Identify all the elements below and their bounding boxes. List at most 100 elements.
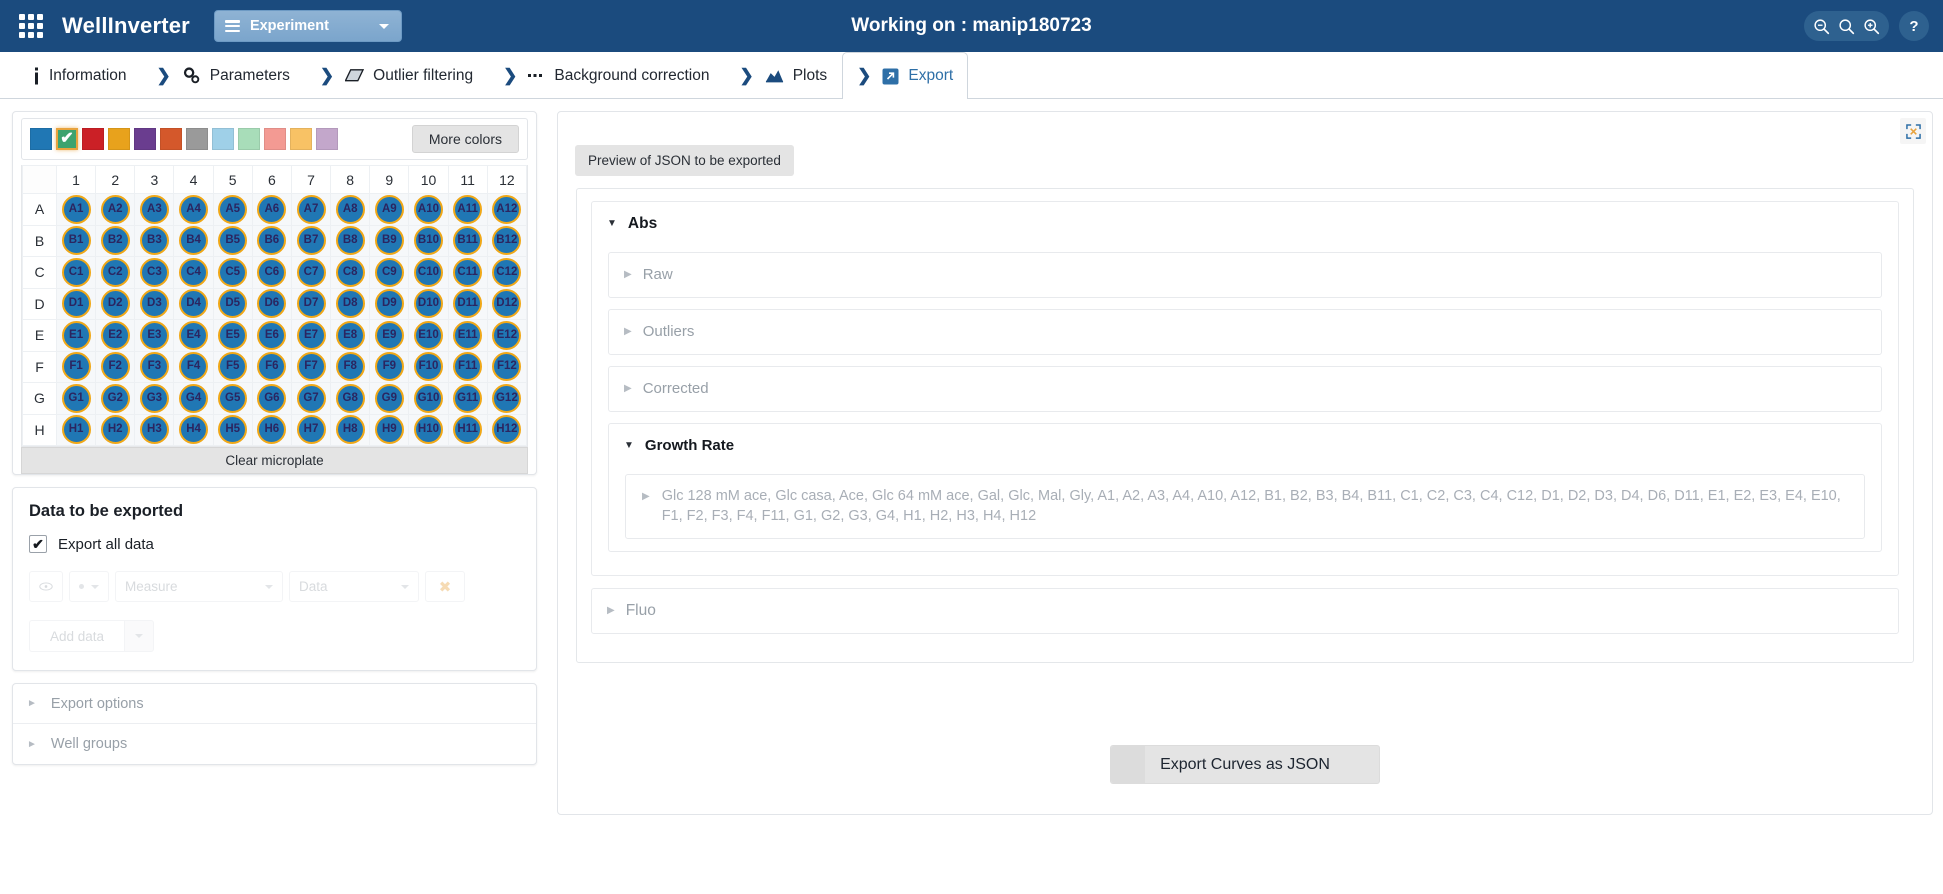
add-data-group[interactable]: Add data [29,620,520,652]
well-g5[interactable]: G5 [218,383,248,413]
plate-row-header[interactable]: D [22,287,57,320]
clear-microplate-button[interactable]: Clear microplate [21,447,528,474]
well-b7[interactable]: B7 [296,226,326,256]
well-h6[interactable]: H6 [257,415,287,445]
color-swatch[interactable] [212,128,234,150]
well-c3[interactable]: C3 [139,257,169,287]
well-f2[interactable]: F2 [100,352,130,382]
well-b10[interactable]: B10 [413,226,443,256]
well-g1[interactable]: G1 [61,383,91,413]
well-b6[interactable]: B6 [257,226,287,256]
add-data-button[interactable]: Add data [29,620,125,652]
well-f1[interactable]: F1 [61,352,91,382]
export-all-checkbox[interactable]: ✔ [29,535,47,553]
zoom-out-icon[interactable] [1813,18,1830,35]
well-c1[interactable]: C1 [61,257,91,287]
well-h2[interactable]: H2 [100,415,130,445]
well-a12[interactable]: A12 [492,194,522,224]
well-e9[interactable]: E9 [374,320,404,350]
well-a11[interactable]: A11 [453,194,483,224]
well-g2[interactable]: G2 [100,383,130,413]
accordion-well-groups[interactable]: ► Well groups [13,724,536,764]
tab-background-correction[interactable]: ❯ Background correction [488,52,724,98]
color-swatch[interactable] [264,128,286,150]
plate-column-header[interactable]: 3 [134,165,175,194]
tab-parameters[interactable]: ❯ Parameters [142,52,305,98]
well-a6[interactable]: A6 [257,194,287,224]
color-swatch[interactable] [134,128,156,150]
plate-column-header[interactable]: 7 [290,165,332,194]
plate-row-header[interactable]: B [22,224,57,257]
well-g12[interactable]: G12 [492,383,522,413]
well-d2[interactable]: D2 [100,289,130,319]
well-b1[interactable]: B1 [61,226,91,256]
eye-icon[interactable] [29,571,63,602]
well-e8[interactable]: E8 [335,320,365,350]
well-a9[interactable]: A9 [374,194,404,224]
well-d12[interactable]: D12 [492,289,522,319]
well-e5[interactable]: E5 [218,320,248,350]
plate-row-header[interactable]: F [22,350,57,383]
well-h11[interactable]: H11 [453,415,483,445]
zoom-reset-icon[interactable] [1838,18,1855,35]
well-h7[interactable]: H7 [296,415,326,445]
well-f12[interactable]: F12 [492,352,522,382]
well-c4[interactable]: C4 [179,257,209,287]
color-swatch[interactable] [238,128,260,150]
plate-column-header[interactable]: 11 [447,165,488,194]
experiment-dropdown-button[interactable]: Experiment [213,10,402,42]
well-d10[interactable]: D10 [413,289,443,319]
well-e12[interactable]: E12 [492,320,522,350]
add-data-dropdown-toggle[interactable] [124,620,155,652]
well-d3[interactable]: D3 [139,289,169,319]
well-e2[interactable]: E2 [100,320,130,350]
plate-column-header[interactable]: 1 [55,165,97,194]
well-g7[interactable]: G7 [296,383,326,413]
export-all-row[interactable]: ✔ Export all data [29,535,520,553]
well-e10[interactable]: E10 [413,320,443,350]
tab-information[interactable]: Information [18,52,142,98]
plate-column-header[interactable]: 12 [486,165,528,194]
color-swatch[interactable] [186,128,208,150]
well-e11[interactable]: E11 [453,320,483,350]
plate-column-header[interactable]: 5 [212,165,253,194]
well-b11[interactable]: B11 [453,226,483,256]
color-swatch[interactable] [290,128,312,150]
well-b2[interactable]: B2 [100,226,130,256]
well-c6[interactable]: C6 [257,257,287,287]
well-e1[interactable]: E1 [61,320,91,350]
plate-row-header[interactable]: H [22,413,57,446]
measure-select[interactable]: Measure [115,571,283,602]
well-a10[interactable]: A10 [413,194,443,224]
data-select[interactable]: Data [289,571,419,602]
well-h12[interactable]: H12 [492,415,522,445]
well-e7[interactable]: E7 [296,320,326,350]
preview-json-tab[interactable]: Preview of JSON to be exported [575,145,794,176]
well-c12[interactable]: C12 [492,257,522,287]
well-h3[interactable]: H3 [139,415,169,445]
well-e3[interactable]: E3 [139,320,169,350]
well-h5[interactable]: H5 [218,415,248,445]
zoom-in-icon[interactable] [1863,18,1880,35]
apps-grid-icon[interactable] [14,9,48,43]
json-node-header[interactable]: ▶ Outliers [609,310,1881,354]
well-d9[interactable]: D9 [374,289,404,319]
well-b4[interactable]: B4 [179,226,209,256]
well-a3[interactable]: A3 [139,194,169,224]
json-leaf-header[interactable]: ▶ Glc 128 mM ace, Glc casa, Ace, Glc 64 m… [626,475,1864,538]
well-f11[interactable]: F11 [453,352,483,382]
well-a7[interactable]: A7 [296,194,326,224]
well-g10[interactable]: G10 [413,383,443,413]
remove-row-button[interactable]: ✖ [425,571,465,602]
json-node-header[interactable]: ▼ Abs [592,202,1898,246]
well-g4[interactable]: G4 [179,383,209,413]
well-h1[interactable]: H1 [61,415,91,445]
expand-arrows-icon[interactable] [1900,118,1926,144]
well-h4[interactable]: H4 [179,415,209,445]
well-f8[interactable]: F8 [335,352,365,382]
well-c8[interactable]: C8 [335,257,365,287]
tab-plots[interactable]: ❯ Plots [724,52,842,98]
more-colors-button[interactable]: More colors [411,125,519,153]
well-c7[interactable]: C7 [296,257,326,287]
json-node-header[interactable]: ▶ Corrected [609,367,1881,411]
